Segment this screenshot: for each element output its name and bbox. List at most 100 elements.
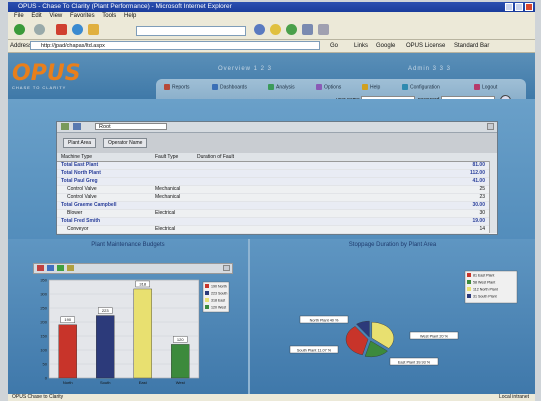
legend-swatch: [467, 273, 471, 277]
cell-machine: Total Fred Smith: [61, 218, 101, 224]
legend-label: 190 North: [211, 284, 227, 288]
stop-icon[interactable]: [56, 24, 67, 35]
bar[interactable]: [96, 315, 115, 379]
link-standard-bar[interactable]: Standard Bar: [454, 40, 489, 52]
chart-type-icon[interactable]: [37, 265, 44, 271]
data-label: 190: [64, 317, 71, 322]
status-text: OPUS Chase to Clarity: [12, 394, 64, 400]
cell-fault: Electrical: [155, 226, 176, 232]
nav-configuration[interactable]: Configuration: [402, 84, 440, 90]
legend-swatch: [205, 291, 209, 295]
link-opus-license[interactable]: OPUS License: [406, 40, 445, 52]
chart-palette-icon[interactable]: [57, 265, 64, 271]
cell-duration: 25: [479, 186, 485, 192]
col-duration[interactable]: Duration of Fault: [197, 153, 234, 161]
y-tick-label: 300: [40, 292, 47, 297]
legend-label: 223 South: [211, 291, 227, 295]
close-button[interactable]: [525, 3, 533, 11]
forward-icon[interactable]: [34, 24, 45, 35]
group-operator-name-button[interactable]: Operator Name: [103, 138, 148, 148]
table-total-row[interactable]: Total Paul Greg 41.00: [57, 178, 489, 186]
chart-data-icon[interactable]: [47, 265, 54, 271]
table-total-row[interactable]: Total North Plant 112.00: [57, 170, 489, 178]
nav-logout[interactable]: Logout: [474, 84, 497, 90]
chart-export-icon[interactable]: [67, 265, 74, 271]
nav-reports[interactable]: Reports: [164, 84, 190, 90]
menu-help[interactable]: Help: [124, 13, 136, 19]
print-icon[interactable]: [318, 24, 329, 35]
home-icon[interactable]: [88, 24, 99, 35]
cell-machine: Total East Plant: [61, 162, 99, 168]
stoppage-chart-title: Stoppage Duration by Plant Area: [348, 242, 437, 248]
toolbar-search-box[interactable]: [136, 26, 246, 36]
main-area: Root Plant Area Operator Name Machine Ty…: [8, 99, 535, 394]
table-row[interactable]: Blower Electrical 30: [57, 210, 489, 218]
links-label: Links: [354, 43, 369, 49]
y-tick-label: 0: [45, 376, 48, 381]
window-titlebar: OPUS - Chase To Clarity (Plant Performan…: [8, 2, 535, 12]
menu-file[interactable]: File: [14, 13, 24, 19]
cell-duration: 30: [479, 210, 485, 216]
table-total-row[interactable]: Total Fred Smith 19.00: [57, 218, 489, 226]
table-row[interactable]: Control Valve Mechanical 25: [57, 186, 489, 194]
y-tick-label: 50: [43, 362, 48, 367]
legend-swatch: [205, 305, 209, 309]
budget-chart-title: Plant Maintenance Budgets: [91, 242, 165, 248]
table-header: Machine Type Fault Type Duration of Faul…: [57, 153, 497, 162]
cell-duration: 19.00: [472, 218, 485, 224]
cell-machine: Blower: [67, 210, 83, 216]
refresh-icon[interactable]: [72, 24, 83, 35]
table-row[interactable]: Control Valve Mechanical 23: [57, 194, 489, 202]
table-scrollbar[interactable]: [489, 161, 497, 233]
menu-bar: File Edit View Favorites Tools Help: [8, 12, 535, 21]
nav-options[interactable]: Options: [316, 84, 341, 90]
analysis-icon: [268, 84, 274, 90]
nav-dashboards[interactable]: Dashboards: [212, 84, 247, 90]
bar[interactable]: [171, 344, 190, 379]
favorites-icon[interactable]: [270, 24, 281, 35]
reports-icon: [164, 84, 170, 90]
y-tick-label: 100: [40, 348, 47, 353]
legend-swatch: [467, 294, 471, 298]
menu-view[interactable]: View: [49, 13, 62, 19]
maximize-button[interactable]: [515, 3, 523, 11]
chart-menu-button[interactable]: [223, 265, 230, 271]
minimize-button[interactable]: [505, 3, 513, 11]
mail-icon[interactable]: [302, 24, 313, 35]
x-tick-label: West: [176, 380, 186, 385]
table-total-row[interactable]: Total East Plant 81.00: [57, 162, 489, 170]
browser-toolbar: [8, 21, 535, 40]
col-fault-type[interactable]: Fault Type: [155, 153, 178, 161]
back-icon[interactable]: [14, 24, 25, 35]
bar[interactable]: [133, 288, 152, 379]
chart-view-icon[interactable]: [73, 123, 81, 130]
legend-label: 120 West: [211, 305, 226, 309]
cell-duration: 41.00: [472, 178, 485, 184]
search-icon[interactable]: [254, 24, 265, 35]
menu-edit[interactable]: Edit: [31, 13, 41, 19]
col-machine-type[interactable]: Machine Type: [61, 153, 92, 161]
history-icon[interactable]: [286, 24, 297, 35]
menu-favorites[interactable]: Favorites: [70, 13, 95, 19]
address-label: Address: [10, 43, 33, 49]
slice-label-group: West Plant 20 %: [409, 331, 459, 340]
table-row[interactable]: Conveyor Electrical 14: [57, 226, 489, 234]
link-google[interactable]: Google: [376, 40, 395, 52]
cell-machine: Total North Plant: [61, 170, 101, 176]
header-faint-left: Overview 1 2 3: [218, 66, 273, 72]
go-button[interactable]: Go: [330, 40, 338, 52]
group-plant-area-button[interactable]: Plant Area: [63, 138, 97, 148]
menu-tools[interactable]: Tools: [102, 13, 116, 19]
address-input[interactable]: http://jpad/chapas/ltd.aspx: [30, 41, 320, 50]
view-select[interactable]: Root: [95, 123, 167, 130]
x-tick-label: North: [63, 380, 73, 385]
cell-duration: 81.00: [472, 162, 485, 168]
panel-menu-button[interactable]: [487, 123, 494, 130]
nav-help[interactable]: Help: [362, 84, 380, 90]
bar[interactable]: [58, 324, 77, 379]
cell-machine: Control Valve: [67, 194, 97, 200]
nav-analysis[interactable]: Analysis: [268, 84, 295, 90]
cell-machine: Total Graeme Campbell: [61, 202, 117, 208]
grid-view-icon[interactable]: [61, 123, 69, 130]
table-total-row[interactable]: Total Graeme Campbell 30.00: [57, 202, 489, 210]
